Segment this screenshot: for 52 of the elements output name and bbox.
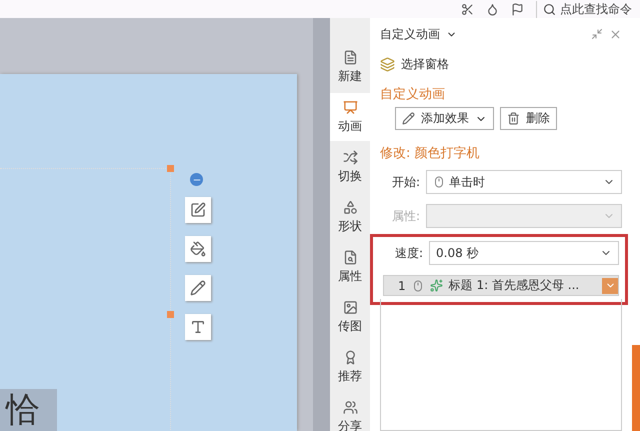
sidebar-tab[interactable]: 传图 bbox=[330, 293, 370, 341]
people-icon bbox=[342, 400, 358, 414]
minimize-icon[interactable] bbox=[591, 28, 603, 40]
sidebar-tab[interactable]: 属性 bbox=[330, 243, 370, 291]
layers-icon bbox=[380, 57, 395, 72]
sidebar-tab[interactable]: 形状 bbox=[330, 193, 370, 241]
slide-text: 恰 bbox=[6, 391, 40, 429]
document-search-icon bbox=[342, 250, 358, 264]
resize-handle[interactable] bbox=[167, 311, 174, 318]
animation-item[interactable]: 1 标题 1: 首先感恩父母 ... bbox=[383, 275, 619, 296]
scrollbar[interactable] bbox=[313, 18, 330, 431]
dropdown-value: 0.08 秒 bbox=[436, 244, 479, 262]
sidebar-tab[interactable]: 推荐 bbox=[330, 343, 370, 391]
shuffle-icon bbox=[342, 150, 358, 164]
field-label: 速度: bbox=[394, 244, 423, 262]
outline-icon[interactable] bbox=[185, 275, 211, 301]
mouse-icon bbox=[412, 280, 424, 292]
mouse-icon bbox=[433, 176, 445, 188]
dropdown[interactable]: 0.08 秒 bbox=[429, 241, 619, 265]
field-label: 属性: bbox=[390, 208, 420, 224]
fill-icon[interactable] bbox=[185, 236, 211, 262]
sidebar-tab[interactable]: 动画 bbox=[330, 93, 370, 141]
resize-handle[interactable] bbox=[167, 165, 174, 172]
dropdown[interactable]: 单击时 bbox=[426, 170, 622, 194]
text-icon[interactable] bbox=[185, 314, 211, 340]
field-label: 开始: bbox=[390, 174, 420, 190]
sidebar-tab[interactable]: 新建 bbox=[330, 43, 370, 91]
delete-button[interactable]: 删除 bbox=[500, 107, 557, 130]
collapse-icon[interactable] bbox=[190, 173, 203, 186]
sidebar-tab[interactable]: 切换 bbox=[330, 143, 370, 191]
flag-icon[interactable] bbox=[511, 2, 524, 16]
pencil-icon bbox=[402, 112, 415, 125]
item-number: 1 bbox=[398, 278, 406, 292]
sidebar-tab[interactable]: 分享 bbox=[330, 393, 370, 431]
edit-icon[interactable] bbox=[185, 197, 211, 223]
add-effect-button[interactable]: 添加效果 bbox=[395, 107, 494, 130]
sparkle-icon bbox=[430, 279, 443, 292]
section-title: 自定义动画 bbox=[380, 86, 446, 103]
search-icon bbox=[543, 2, 556, 16]
close-icon[interactable] bbox=[609, 28, 622, 40]
drop-icon[interactable] bbox=[486, 2, 499, 16]
select-pane-link[interactable]: 选择窗格 bbox=[401, 56, 449, 73]
modify-title: 修改: 颜色打字机 bbox=[380, 145, 481, 162]
shapes-icon bbox=[342, 200, 358, 214]
panel-title[interactable]: 自定义动画 bbox=[380, 26, 440, 42]
trash-icon bbox=[507, 112, 520, 125]
scissors-icon[interactable] bbox=[461, 2, 474, 16]
presentation-icon bbox=[342, 100, 358, 114]
document-icon bbox=[342, 50, 358, 64]
image-icon bbox=[342, 300, 358, 314]
dropdown-value: 单击时 bbox=[449, 174, 485, 190]
item-text: 标题 1: 首先感恩父母 ... bbox=[448, 277, 580, 294]
